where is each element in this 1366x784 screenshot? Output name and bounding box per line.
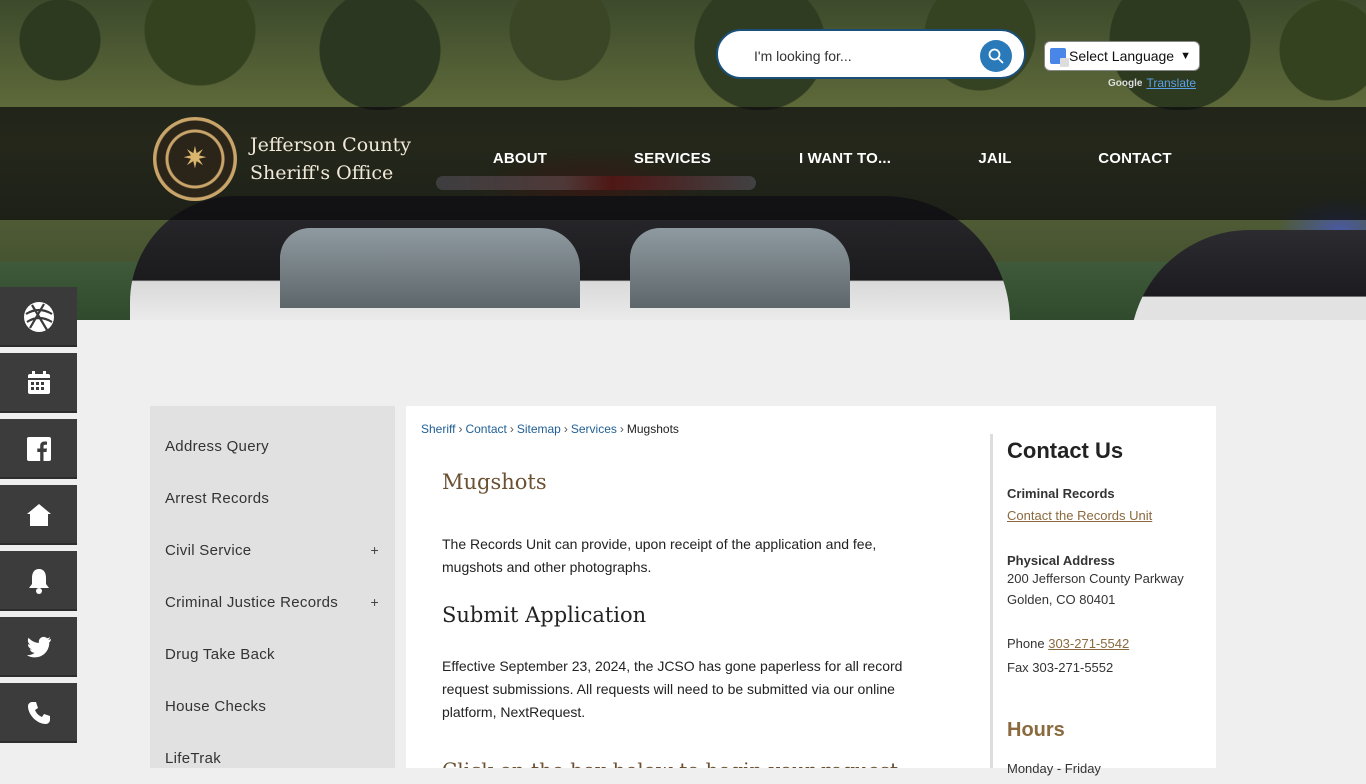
sidebar-item-house-checks[interactable]: House Checks — [150, 680, 395, 732]
rail-alert-button[interactable] — [0, 551, 77, 611]
second-police-car-image — [1130, 230, 1366, 320]
contact-records-link[interactable]: Contact the Records Unit — [1007, 508, 1152, 523]
powered-by-google: Google Translate — [1108, 76, 1196, 90]
google-logo-text: Google — [1108, 77, 1143, 89]
search-button[interactable] — [980, 40, 1012, 72]
sidebar-item-label: Civil Service — [165, 541, 252, 559]
rail-facebook-button[interactable] — [0, 419, 77, 479]
sidebar-item-lifetrak[interactable]: LifeTrak — [150, 732, 395, 784]
expand-plus-icon[interactable]: + — [371, 542, 379, 558]
language-select[interactable]: Select Language ▼ — [1044, 41, 1200, 71]
submit-application-heading: Submit Application — [442, 603, 647, 627]
address-line-1: 200 Jefferson County Parkway — [1007, 571, 1184, 586]
breadcrumb-current: Mugshots — [626, 422, 679, 436]
rail-phone-button[interactable] — [0, 683, 77, 743]
rail-calendar-button[interactable] — [0, 353, 77, 413]
contact-us-panel: Contact Us Criminal Records Contact the … — [1007, 438, 1207, 678]
rail-home-button[interactable] — [0, 485, 77, 545]
sheriff-star-icon: ✷ — [182, 142, 208, 175]
language-select-label: Select Language — [1069, 48, 1175, 64]
expand-plus-icon[interactable]: + — [371, 594, 379, 610]
social-rail — [0, 287, 77, 749]
twitter-icon — [26, 636, 51, 658]
sidebar-item-criminal-justice-records[interactable]: Criminal Justice Records + — [150, 576, 395, 628]
chevron-down-icon: ▼ — [1180, 50, 1191, 62]
brand-line-2: Sheriff's Office — [250, 162, 394, 184]
criminal-records-label: Criminal Records — [1007, 486, 1115, 501]
bell-icon — [28, 569, 49, 594]
page-title: Mugshots — [442, 470, 547, 494]
nav-jail[interactable]: JAIL — [915, 150, 1075, 167]
sidebar-item-label: Drug Take Back — [165, 645, 275, 663]
column-divider — [990, 434, 993, 768]
nav-contact[interactable]: CONTACT — [1075, 150, 1195, 167]
search-box — [716, 29, 1026, 79]
sidebar-item-label: Arrest Records — [165, 489, 270, 507]
google-translate-icon — [1050, 48, 1069, 67]
globe-icon — [23, 302, 54, 332]
intro-paragraph: The Records Unit can provide, upon recei… — [442, 536, 877, 575]
request-heading: Click on the box below to begin your req… — [442, 758, 898, 768]
sidebar-item-label: House Checks — [165, 697, 267, 715]
sidebar-item-label: Criminal Justice Records — [165, 593, 339, 611]
contact-us-heading: Contact Us — [1007, 438, 1124, 463]
translate-link[interactable]: Translate — [1146, 76, 1196, 90]
sidebar-item-label: Address Query — [165, 437, 269, 455]
phone-label: Phone — [1007, 636, 1045, 651]
address-line-2: Golden, CO 80401 — [1007, 592, 1116, 607]
facebook-icon — [26, 437, 51, 461]
sidebar-item-civil-service[interactable]: Civil Service + — [150, 524, 395, 576]
search-icon — [988, 48, 1004, 64]
main-content: Sheriff › Contact › Sitemap › Services › Mugshot… — [406, 406, 1216, 776]
breadcrumb-contact[interactable]: Contact — [465, 422, 506, 436]
section-sidebar: Address Query Arrest Records Civil Servi… — [150, 406, 395, 768]
phone-line: Phone 303-271-5542 — [1007, 633, 1207, 654]
calendar-icon — [27, 371, 50, 394]
site-brand[interactable]: Jefferson County Sheriff's Office — [250, 131, 411, 187]
hours-days: Monday - Friday — [1007, 761, 1101, 776]
breadcrumb: Sheriff › Contact › Sitemap › Services › Mugshot… — [421, 422, 679, 436]
phone-link[interactable]: 303-271-5542 — [1048, 636, 1129, 651]
fax-line: Fax 303-271-5552 — [1007, 660, 1114, 675]
physical-address-label: Physical Address — [1007, 553, 1115, 568]
main-nav: ABOUT SERVICES I WANT TO... JAIL CONTACT — [470, 150, 1195, 167]
paperless-paragraph: Effective September 23, 2024, the JCSO h… — [442, 658, 903, 720]
nav-i-want-to[interactable]: I WANT TO... — [775, 150, 915, 167]
breadcrumb-sheriff[interactable]: Sheriff — [421, 422, 455, 436]
brand-line-1: Jefferson County — [250, 134, 411, 156]
sheriff-seal-logo[interactable]: ✷ — [153, 117, 237, 201]
rail-globe-button[interactable] — [0, 287, 77, 347]
search-input[interactable] — [752, 44, 976, 68]
sidebar-item-address-query[interactable]: Address Query — [150, 420, 395, 472]
breadcrumb-services[interactable]: Services — [571, 422, 617, 436]
hours-heading: Hours — [1007, 719, 1065, 741]
phone-icon — [27, 702, 50, 724]
nav-about[interactable]: ABOUT — [470, 150, 570, 167]
rail-twitter-button[interactable] — [0, 617, 77, 677]
home-icon — [26, 504, 51, 526]
sidebar-item-arrest-records[interactable]: Arrest Records — [150, 472, 395, 524]
sidebar-item-drug-take-back[interactable]: Drug Take Back — [150, 628, 395, 680]
breadcrumb-sitemap[interactable]: Sitemap — [517, 422, 561, 436]
nav-services[interactable]: SERVICES — [570, 150, 775, 167]
sidebar-item-label: LifeTrak — [165, 749, 222, 767]
